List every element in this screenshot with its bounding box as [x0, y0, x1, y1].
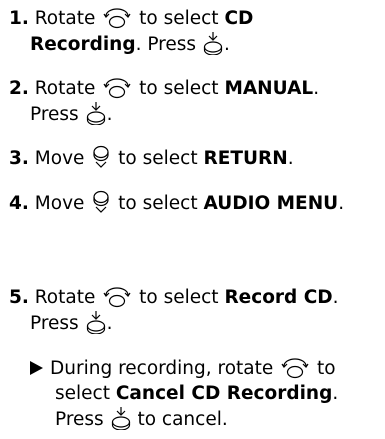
press-knob-icon [86, 102, 105, 125]
rotate-knob-icon [103, 78, 131, 99]
step-3-line-1: 3. Move to select RETURN. [9, 145, 385, 171]
step-1-line-2: Recording. Press . [9, 31, 385, 57]
step-number: 5. [9, 287, 29, 308]
step-3: 3. Move to select RETURN. [9, 145, 385, 171]
step-text: . [338, 193, 345, 214]
step-text: . [332, 287, 339, 308]
recording-note: During recording, rotate to select Cance… [30, 356, 385, 432]
step-text: to select [133, 78, 225, 99]
note-text: During recording, rotate [50, 358, 280, 379]
step-text: . [223, 34, 230, 55]
step-number: 3. [9, 148, 29, 169]
step-number: 1. [9, 8, 29, 29]
step-text: . [106, 313, 113, 334]
press-knob-icon [203, 32, 223, 55]
step-2: 2. Rotate to select MANUAL. Press . [9, 76, 385, 127]
step-number: 4. [9, 193, 29, 214]
step-text: . [106, 104, 113, 125]
note-text: to cancel. [131, 409, 228, 430]
step-text: to select [133, 287, 225, 308]
step-2-line-1: 2. Rotate to select MANUAL. [9, 76, 385, 101]
step-text: Press [30, 313, 85, 334]
note-text: Press [55, 409, 110, 430]
menu-option: MANUAL [224, 78, 314, 99]
press-knob-icon [111, 407, 130, 430]
rotate-knob-icon [103, 8, 131, 29]
step-1-line-1: 1. Rotate to select CD [9, 6, 385, 31]
menu-option: RETURN [203, 148, 288, 169]
step-text: Rotate [28, 78, 102, 99]
step-5: 5. Rotate to select Record CD. Press . [9, 285, 385, 336]
step-text: Press [30, 104, 85, 125]
step-text: to select [112, 148, 204, 169]
note-text: to [311, 358, 336, 379]
move-knob-icon [93, 145, 109, 168]
note-line-2: select Cancel CD Recording. [30, 381, 385, 406]
press-knob-icon [86, 311, 105, 334]
note-line-3: Press to cancel. [30, 406, 385, 432]
menu-option: Recording [30, 34, 136, 55]
step-text: Move [28, 193, 91, 214]
step-5-line-1: 5. Rotate to select Record CD. [9, 285, 385, 310]
note-text: select [55, 383, 116, 404]
step-4-line-1: 4. Move to select AUDIO MENU. [9, 190, 385, 216]
step-number: 2. [9, 78, 29, 99]
bullet-triangle-icon [30, 361, 43, 375]
step-text: Move [28, 148, 91, 169]
step-text: Rotate [28, 287, 102, 308]
rotate-knob-icon [281, 358, 309, 379]
step-text: . Press [135, 34, 202, 55]
step-5-line-2: Press . [9, 310, 385, 336]
step-text: . [313, 78, 320, 99]
menu-option: Record CD [224, 287, 333, 308]
step-4: 4. Move to select AUDIO MENU. [9, 190, 385, 216]
step-1: 1. Rotate to select CD Recording. Press … [9, 6, 385, 57]
step-text: Rotate [28, 8, 102, 29]
step-2-line-2: Press . [9, 101, 385, 127]
menu-option: CD [224, 8, 254, 29]
note-text: . [332, 383, 339, 404]
rotate-knob-icon [103, 287, 131, 308]
menu-option: AUDIO MENU [203, 193, 339, 214]
step-text: to select [133, 8, 225, 29]
move-knob-icon [93, 190, 109, 213]
note-line-1: During recording, rotate to [30, 356, 385, 381]
menu-option: Cancel CD Recording [115, 383, 333, 404]
step-text: to select [112, 193, 204, 214]
step-text: . [287, 148, 294, 169]
